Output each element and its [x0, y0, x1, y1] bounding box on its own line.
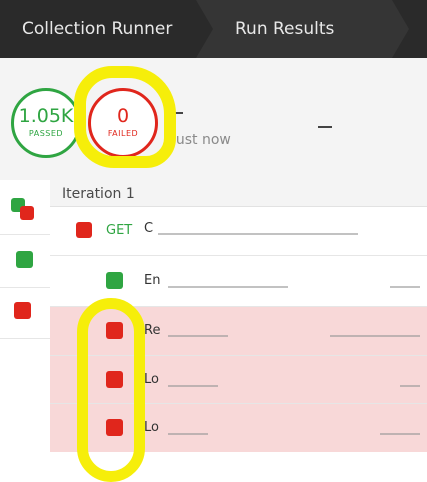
passed-count-badge: 1.05K PASSED — [11, 88, 81, 158]
test-name: En — [144, 273, 161, 288]
footer-space — [0, 452, 427, 480]
passed-count: 1.05K — [18, 105, 74, 127]
breadcrumb-chevron — [196, 0, 213, 58]
test-name: Lo — [144, 372, 159, 387]
red-square-icon — [14, 302, 31, 319]
iteration-header[interactable]: Iteration 1 — [50, 180, 427, 207]
redacted-mark — [158, 233, 358, 235]
redacted-mark — [168, 286, 288, 288]
run-summary: 1.05K PASSED 0 FAILED just now — [0, 58, 427, 181]
sidebar-iteration-item[interactable] — [0, 180, 50, 235]
sidebar-passed-filter[interactable] — [0, 235, 50, 288]
green-square-icon — [106, 272, 123, 289]
breadcrumb-run-results[interactable]: Run Results — [235, 0, 334, 58]
test-name: Lo — [144, 420, 159, 435]
redacted-mark — [390, 286, 420, 288]
http-method: GET — [106, 223, 133, 238]
iteration-sidebar — [0, 180, 51, 452]
redacted-mark — [330, 335, 420, 337]
breadcrumb-chevron — [392, 0, 409, 58]
redacted-mark — [380, 433, 420, 435]
iteration-label: Iteration 1 — [62, 186, 135, 202]
red-square-icon — [76, 222, 92, 238]
request-name: C — [144, 221, 154, 236]
redacted-mark — [168, 433, 208, 435]
redacted-mark — [318, 126, 332, 128]
sidebar-failed-filter[interactable] — [0, 288, 50, 339]
highlight-annotation — [77, 298, 145, 482]
redacted-mark — [168, 385, 218, 387]
red-square-icon — [20, 206, 34, 220]
redacted-mark — [175, 112, 183, 114]
highlight-annotation — [74, 66, 176, 168]
test-name: Re — [144, 323, 161, 338]
header-bar: Collection Runner Run Results — [0, 0, 427, 58]
redacted-mark — [400, 385, 420, 387]
passed-label: PASSED — [28, 129, 64, 138]
redacted-mark — [168, 335, 228, 337]
request-row[interactable]: GET C — [50, 207, 427, 256]
breadcrumb-collection-runner[interactable]: Collection Runner — [22, 0, 172, 58]
run-timestamp: just now — [172, 132, 231, 148]
green-square-icon — [16, 251, 33, 268]
